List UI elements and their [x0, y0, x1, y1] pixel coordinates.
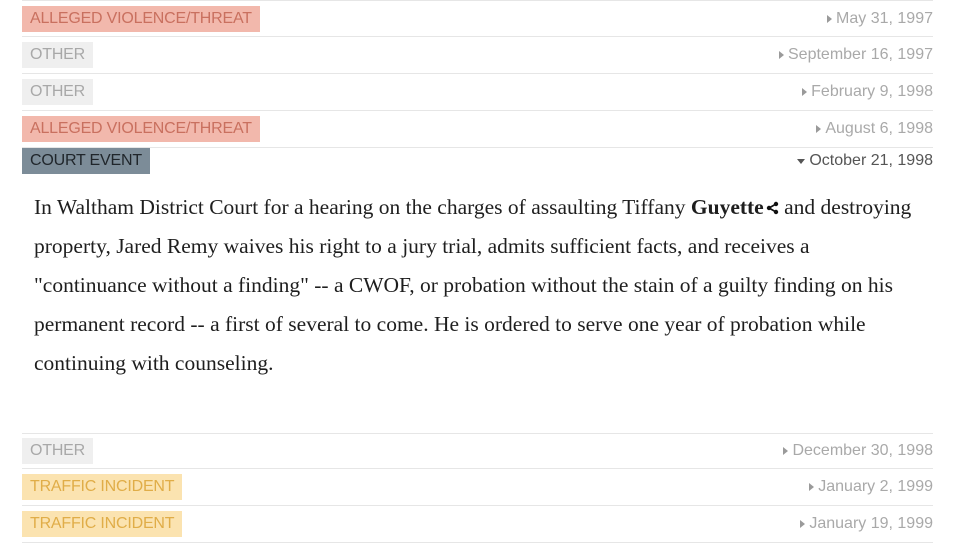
description-text: and destroying property, Jared Remy waiv… [34, 195, 912, 375]
category-tag: TRAFFIC INCIDENT [22, 474, 183, 500]
event-date-label: January 2, 1999 [818, 478, 933, 495]
event-date-label: August 6, 1998 [825, 120, 933, 137]
event-row-may-31-1997[interactable]: ALLEGED VIOLENCE/THREAT May 31, 1997 [22, 0, 933, 37]
event-date-label: February 9, 1998 [811, 83, 933, 100]
category-tag: ALLEGED VIOLENCE/THREAT [22, 5, 260, 32]
event-date: August 6, 1998 [816, 120, 933, 138]
event-row-oct-21-1998[interactable]: COURT EVENT October 21, 1998 [22, 148, 933, 175]
category-tag: OTHER [22, 438, 94, 464]
person-name: Guyette [690, 195, 764, 219]
event-description: In Waltham District Court for a hearing … [22, 188, 914, 383]
event-date: December 30, 1998 [783, 442, 933, 460]
event-date-label: January 19, 1999 [809, 515, 933, 532]
caret-right-icon [802, 88, 808, 96]
share-icon[interactable] [766, 201, 779, 215]
caret-right-icon [809, 483, 815, 491]
event-row-feb-9-1998[interactable]: OTHER February 9, 1998 [22, 74, 933, 111]
caret-right-icon [800, 520, 806, 528]
event-date-label: May 31, 1997 [836, 9, 933, 27]
event-detail-panel: In Waltham District Court for a hearing … [22, 175, 933, 434]
category-tag: TRAFFIC INCIDENT [22, 511, 183, 537]
caret-right-icon [816, 125, 822, 133]
event-date: January 2, 1999 [809, 478, 933, 496]
event-row-dec-30-1998[interactable]: OTHER December 30, 1998 [22, 434, 933, 469]
category-tag: OTHER [22, 42, 94, 68]
category-tag: OTHER [22, 79, 94, 105]
event-date-label: December 30, 1998 [792, 442, 933, 459]
category-tag: ALLEGED VIOLENCE/THREAT [22, 116, 260, 142]
event-date: September 16, 1997 [779, 46, 933, 64]
event-row-jan-19-1999[interactable]: TRAFFIC INCIDENT January 19, 1999 [22, 506, 933, 543]
event-date-label: October 21, 1998 [809, 152, 933, 169]
caret-right-icon [783, 447, 789, 455]
event-row-jan-2-1999[interactable]: TRAFFIC INCIDENT January 2, 1999 [22, 469, 933, 506]
caret-down-icon [797, 158, 806, 164]
person-name-link[interactable]: Guyette [691, 195, 779, 219]
event-date: October 21, 1998 [797, 148, 933, 174]
caret-right-icon [779, 51, 784, 59]
event-row-sep-16-1997[interactable]: OTHER September 16, 1997 [22, 37, 933, 74]
timeline: ALLEGED VIOLENCE/THREAT May 31, 1997 OTH… [22, 0, 933, 543]
caret-right-icon [827, 14, 833, 23]
event-date-label: September 16, 1997 [788, 46, 933, 63]
event-date: February 9, 1998 [802, 83, 933, 101]
description-text: In Waltham District Court for a hearing … [34, 195, 691, 219]
category-tag: COURT EVENT [22, 148, 150, 174]
event-row-aug-6-1998[interactable]: ALLEGED VIOLENCE/THREAT August 6, 1998 [22, 111, 933, 148]
event-date: May 31, 1997 [827, 10, 933, 28]
event-date: January 19, 1999 [800, 515, 933, 533]
